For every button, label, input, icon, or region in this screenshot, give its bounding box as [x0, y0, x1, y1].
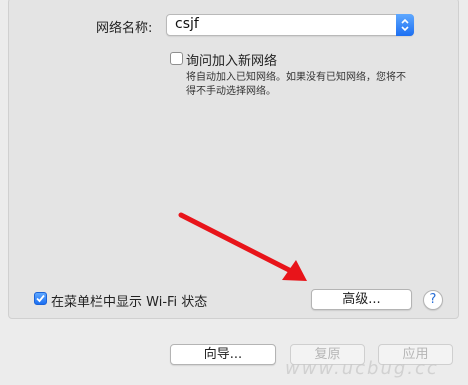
watermark-text: www.ucbug.cc	[285, 358, 439, 379]
red-arrow-annotation	[178, 212, 307, 281]
